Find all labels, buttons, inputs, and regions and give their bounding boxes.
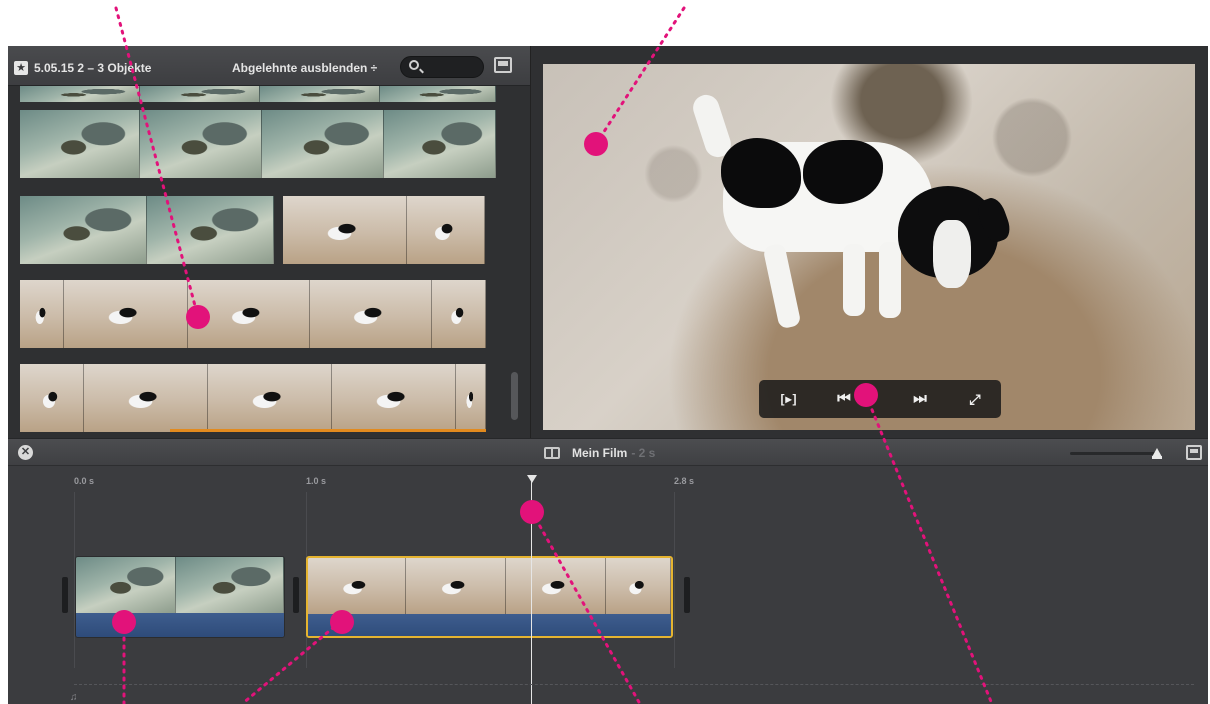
reject-filter-dropdown[interactable]: Abgelehnte ausblenden ÷ [232,61,377,75]
timeline[interactable]: 0.0 s 1.0 s 2.8 s ♫ [8,466,1208,704]
timeline-settings-icon[interactable] [1186,445,1202,460]
play-selection-icon[interactable]: [▸] [775,388,803,410]
playhead-handle[interactable] [527,475,537,483]
time-tick-label: 2.8 s [674,476,695,486]
search-field[interactable] [400,56,484,78]
browser-clip-strip[interactable] [20,86,496,102]
viewer: [▸] ⏮ ⏭ ⤢ [530,46,1208,438]
callout-dot-viewer [584,132,608,156]
clip-trim-handle[interactable] [62,577,68,613]
video-preview[interactable]: [▸] ⏮ ⏭ ⤢ [543,64,1195,430]
event-browser: ★ 5.05.15 2 – 3 Objekte Abgelehnte ausbl… [8,46,530,438]
fullscreen-icon[interactable]: ⤢ [963,388,987,410]
imovie-window: ★ 5.05.15 2 – 3 Objekte Abgelehnte ausbl… [8,46,1208,704]
time-tick-line [674,492,675,668]
project-duration: - 2 s [631,446,656,460]
clip-trim-handle[interactable] [684,577,690,613]
search-icon [409,60,419,70]
event-title: 5.05.15 2 – 3 Objekte [34,61,152,75]
star-icon[interactable]: ★ [14,61,28,75]
project-title: Mein Film - 2 s [572,446,656,460]
callout-dot-playhead [520,500,544,524]
zoom-slider-track[interactable] [1070,452,1156,455]
browser-scrollbar[interactable] [511,372,518,420]
callout-dot-clip [112,610,136,634]
used-range-marker [170,429,486,432]
clip-audio-track [308,614,671,636]
browser-toolbar: ★ 5.05.15 2 – 3 Objekte Abgelehnte ausbl… [8,46,530,86]
time-tick-label: 1.0 s [306,476,327,486]
playback-controls: [▸] ⏮ ⏭ ⤢ [759,380,1001,418]
browser-clip-1[interactable] [20,110,496,178]
timeline-header: ✕ Mein Film - 2 s [8,438,1208,466]
project-icon [544,447,560,459]
timeline-clip-1[interactable] [75,556,285,638]
callout-dot-playback [854,383,878,407]
time-tick-label: 0.0 s [74,476,95,486]
callout-dot-browser [186,305,210,329]
clip-audio-track [76,613,284,637]
dog-image [689,91,1023,344]
browser-clip-2[interactable] [20,196,274,264]
timeline-clip-2-selected[interactable] [306,556,673,638]
browser-clip-3[interactable] [283,196,485,264]
skip-forward-icon[interactable]: ⏭ [905,388,935,410]
clip-trim-handle[interactable] [293,577,299,613]
browser-clip-4[interactable] [20,280,486,348]
close-icon[interactable]: ✕ [18,445,33,460]
search-input[interactable] [423,59,481,75]
browser-clip-5[interactable] [20,364,486,432]
music-icon: ♫ [70,692,78,703]
zoom-slider-knob-base [1152,456,1162,459]
callout-dot-selected-clip [330,610,354,634]
music-lane[interactable] [74,684,1194,685]
browser-toggle-icon[interactable] [494,57,512,73]
